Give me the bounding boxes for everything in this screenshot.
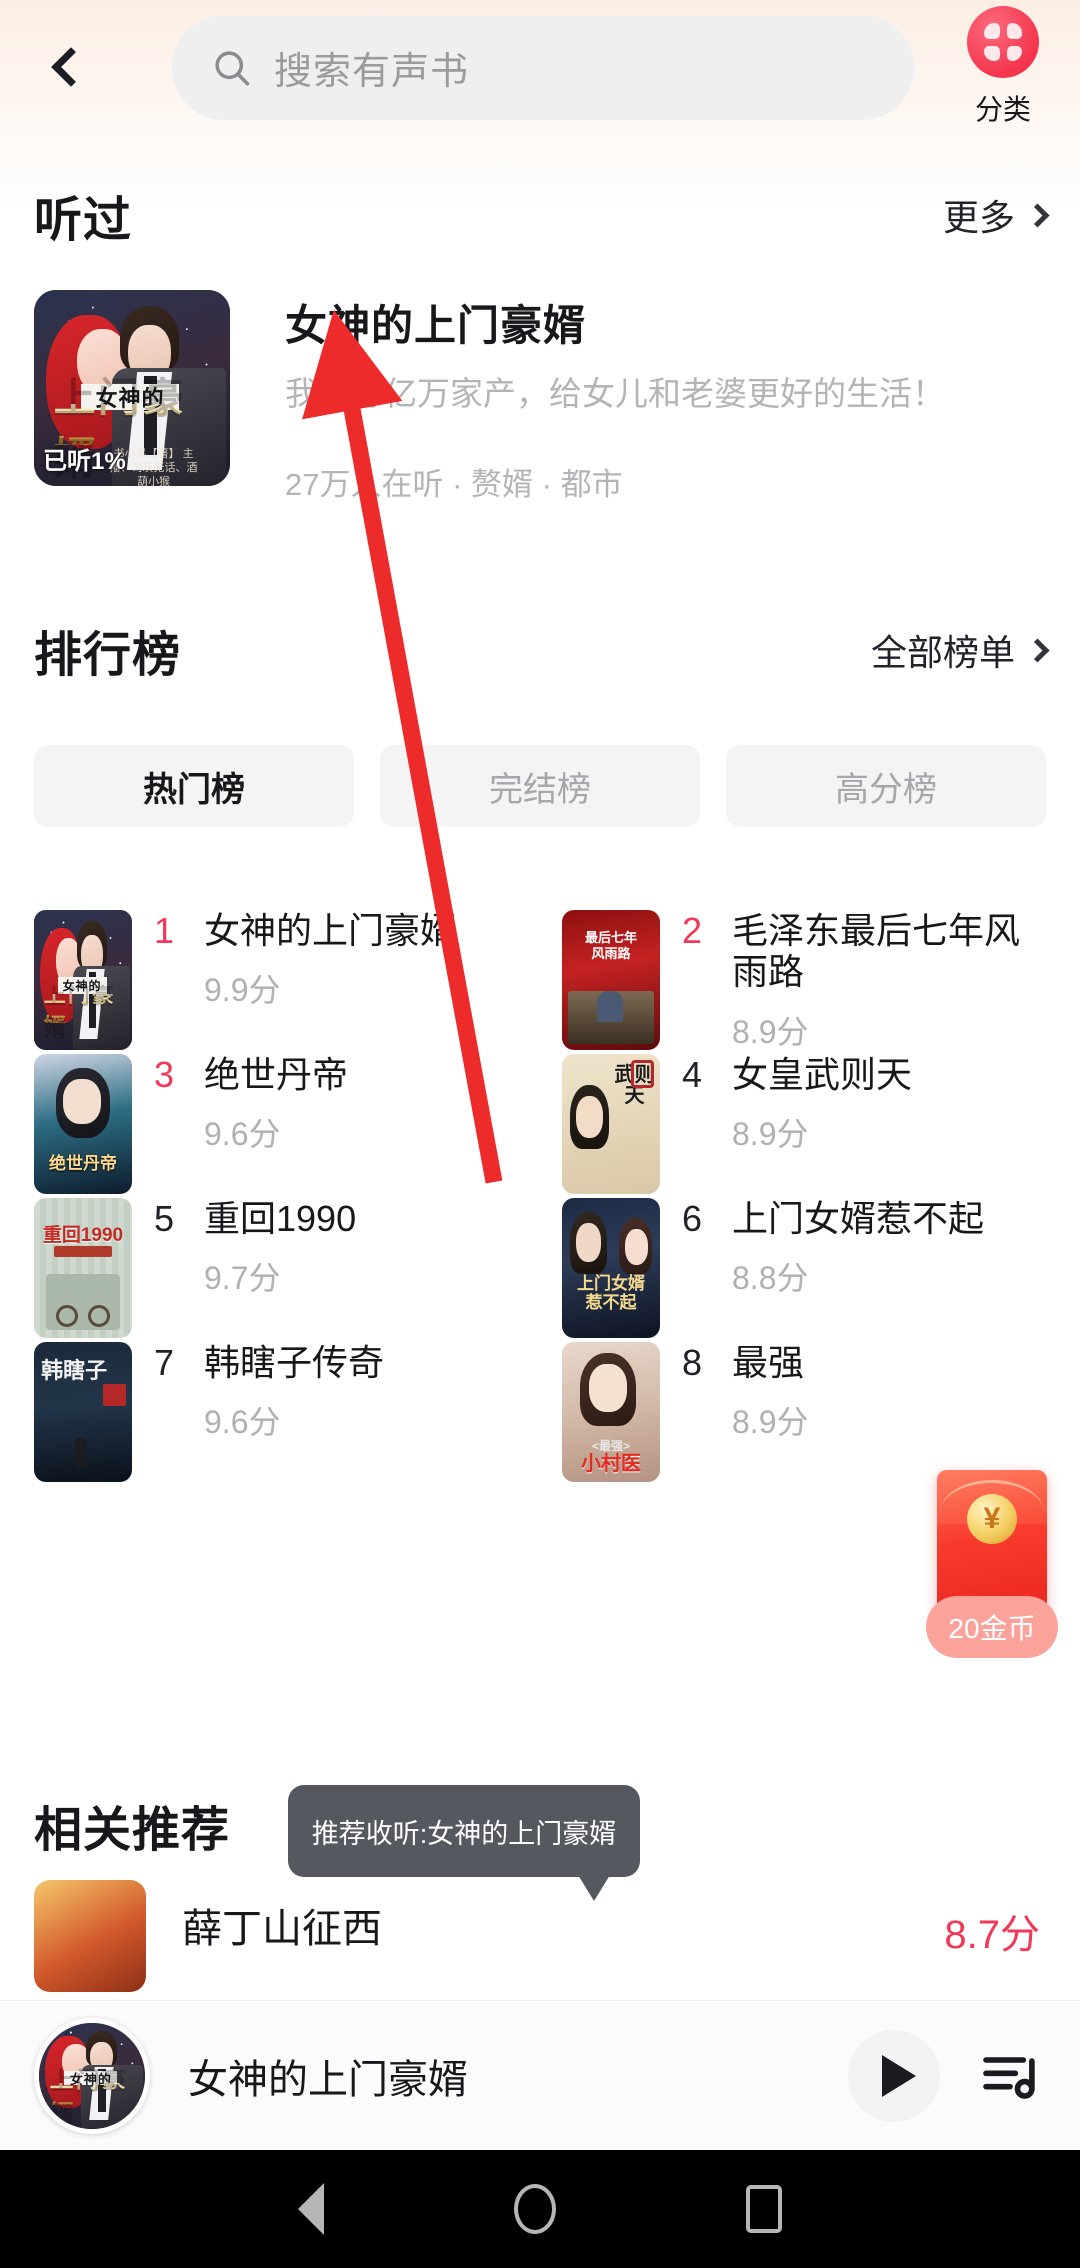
- rank-item-cover: <最强> 小村医: [562, 1342, 660, 1482]
- heard-item-description: 我要分亿万家产，给女儿和老婆更好的生活！: [285, 375, 945, 412]
- search-placeholder: 搜索有声书: [274, 51, 470, 93]
- app-screen: 搜索有声书 分类 听过 更多 女神的 上门豪婿 书小呆【著】 主: [0, 0, 1080, 2268]
- heard-item-cover: 女神的 上门豪婿 书小呆【著】 主播：司灰无话、酒葫小猴 已听1%: [34, 290, 230, 486]
- heard-more-button[interactable]: 更多: [942, 189, 1050, 241]
- chevron-right-icon: [1025, 637, 1050, 663]
- rank-item-cover: 韩瞎子: [34, 1342, 132, 1482]
- rank-list: 女神的 上门豪婿 1 女神的上门豪婿 9.9分 最后七年风雨路 2 毛泽东最: [34, 910, 1046, 1486]
- app-header: 搜索有声书 分类: [0, 0, 1080, 135]
- rank-item-title: 女皇武则天: [732, 1054, 913, 1095]
- rank-number: 8: [682, 1342, 703, 1383]
- rank-item-title: 最强: [732, 1342, 805, 1383]
- chevron-left-icon: [51, 47, 91, 87]
- rank-item-title: 女神的上门豪婿: [204, 910, 457, 951]
- category-button[interactable]: 分类: [948, 6, 1058, 128]
- rank-item-cover: 最后七年 风雨路: [562, 910, 660, 1050]
- rank-number: 7: [154, 1342, 175, 1383]
- heard-item-info: 女神的上门豪婿 我要分亿万家产，给女儿和老婆更好的生活！ 27万人在听 · 赘婿…: [285, 290, 1046, 508]
- playlist-button[interactable]: [974, 2040, 1046, 2112]
- listen-progress-label: 已听1%: [43, 448, 126, 475]
- nav-recents-icon[interactable]: [746, 2185, 782, 2233]
- rank-item-score: 8.9分: [732, 1404, 809, 1441]
- tab-hot-ranking[interactable]: 热门榜: [34, 745, 354, 827]
- rank-list-item[interactable]: 韩瞎子 7 韩瞎子传奇 9.6分: [34, 1342, 518, 1486]
- all-rankings-button[interactable]: 全部榜单: [870, 624, 1050, 676]
- grid-category-icon: [967, 6, 1039, 78]
- rank-item-title: 韩瞎子传奇: [204, 1342, 385, 1383]
- heard-item-meta: 27万人在听 · 赘婿 · 都市: [285, 466, 623, 502]
- rank-item-cover: 绝世丹帝: [34, 1054, 132, 1194]
- cover-title-line2: 上门豪婿: [54, 373, 219, 481]
- rank-tabs: 热门榜 完结榜 高分榜: [34, 745, 1046, 827]
- nav-back-icon[interactable]: [298, 2183, 324, 2235]
- rank-list-item[interactable]: 女神的 上门豪婿 1 女神的上门豪婿 9.9分: [34, 910, 518, 1054]
- rank-item-title: 毛泽东最后七年风雨路: [732, 910, 1021, 993]
- back-button[interactable]: [28, 28, 106, 106]
- search-input[interactable]: 搜索有声书: [172, 15, 914, 120]
- rank-list-item[interactable]: 上门女婿 惹不起 6 上门女婿惹不起 8.8分: [562, 1198, 1046, 1342]
- rank-list-item[interactable]: 武则天 4 女皇武则天 8.9分: [562, 1054, 1046, 1198]
- section-header-heard: 听过 更多: [0, 180, 1080, 250]
- coin-symbol: ¥: [967, 1494, 1017, 1544]
- tab-completed-ranking[interactable]: 完结榜: [380, 745, 700, 827]
- rank-list-item[interactable]: <最强> 小村医 8 最强 8.9分: [562, 1342, 1046, 1486]
- search-icon: [215, 50, 250, 86]
- section-title-recommend: 相关推荐: [34, 1804, 231, 1857]
- rank-item-cover: 武则天: [562, 1054, 660, 1194]
- recommend-item-cover: [34, 1880, 146, 1992]
- rank-item-cover: 上门女婿 惹不起: [562, 1198, 660, 1338]
- heard-item[interactable]: 女神的 上门豪婿 书小呆【著】 主播：司灰无话、酒葫小猴 已听1% 女神的上门豪…: [34, 290, 1046, 508]
- rank-item-score: 8.8分: [732, 1260, 809, 1297]
- tab-highscore-ranking[interactable]: 高分榜: [726, 745, 1046, 827]
- section-title-heard: 听过: [34, 194, 133, 247]
- recommendation-tooltip: 推荐收听:女神的上门豪婿: [288, 1785, 640, 1901]
- heard-item-title: 女神的上门豪婿: [285, 302, 587, 349]
- red-packet-widget[interactable]: ¥ 20金币: [926, 1470, 1058, 1658]
- rank-list-item[interactable]: 绝世丹帝 3 绝世丹帝 9.6分: [34, 1054, 518, 1198]
- rank-number: 5: [154, 1198, 175, 1239]
- rank-number: 3: [154, 1054, 175, 1095]
- rank-item-score: 9.7分: [204, 1260, 281, 1297]
- all-rankings-label: 全部榜单: [870, 632, 1015, 673]
- rank-item-score: 9.6分: [204, 1404, 281, 1441]
- rank-item-score: 9.6分: [204, 1116, 281, 1153]
- red-packet-amount: 20金币: [926, 1596, 1058, 1658]
- recommend-item-score: 8.7分: [944, 1913, 1040, 1957]
- recommend-list-item[interactable]: 薛丁山征西 8.7分: [34, 1880, 1046, 2000]
- rank-item-cover: 重回1990: [34, 1198, 132, 1338]
- rank-number: 6: [682, 1198, 703, 1239]
- rank-item-cover: 女神的 上门豪婿: [34, 910, 132, 1050]
- section-title-rank: 排行榜: [34, 629, 182, 682]
- rank-item-score: 8.9分: [732, 1116, 809, 1153]
- tooltip-text: 推荐收听:女神的上门豪婿: [311, 1818, 617, 1849]
- rank-list-item[interactable]: 重回1990 5 重回1990 9.7分: [34, 1198, 518, 1342]
- nav-home-icon[interactable]: [514, 2184, 556, 2234]
- rank-item-title: 重回1990: [204, 1198, 357, 1239]
- rank-list-item[interactable]: 最后七年 风雨路 2 毛泽东最后七年风雨路 8.9分: [562, 910, 1046, 1054]
- player-title: 女神的上门豪婿: [188, 2057, 468, 2102]
- android-navigation-bar: [0, 2150, 1080, 2268]
- playlist-icon: [983, 2056, 1035, 2099]
- section-header-rank: 排行榜 全部榜单: [0, 615, 1080, 685]
- chevron-right-icon: [1025, 202, 1050, 228]
- rank-number: 2: [682, 910, 703, 951]
- recommend-item-title: 薛丁山征西: [182, 1907, 382, 1951]
- rank-item-title: 上门女婿惹不起: [732, 1198, 985, 1239]
- rank-number: 4: [682, 1054, 703, 1095]
- rank-item-title: 绝世丹帝: [204, 1054, 349, 1095]
- heard-more-label: 更多: [942, 197, 1015, 238]
- mini-player-bar: 女神的 上门豪婿 女神的上门豪婿: [0, 2000, 1080, 2150]
- category-label: 分类: [974, 94, 1031, 125]
- play-button[interactable]: [848, 2029, 940, 2122]
- rank-item-score: 8.9分: [732, 1013, 809, 1050]
- play-icon: [881, 2054, 916, 2097]
- player-cover[interactable]: 女神的 上门豪婿: [34, 2017, 150, 2134]
- rank-item-score: 9.9分: [204, 972, 281, 1009]
- rank-number: 1: [154, 910, 175, 951]
